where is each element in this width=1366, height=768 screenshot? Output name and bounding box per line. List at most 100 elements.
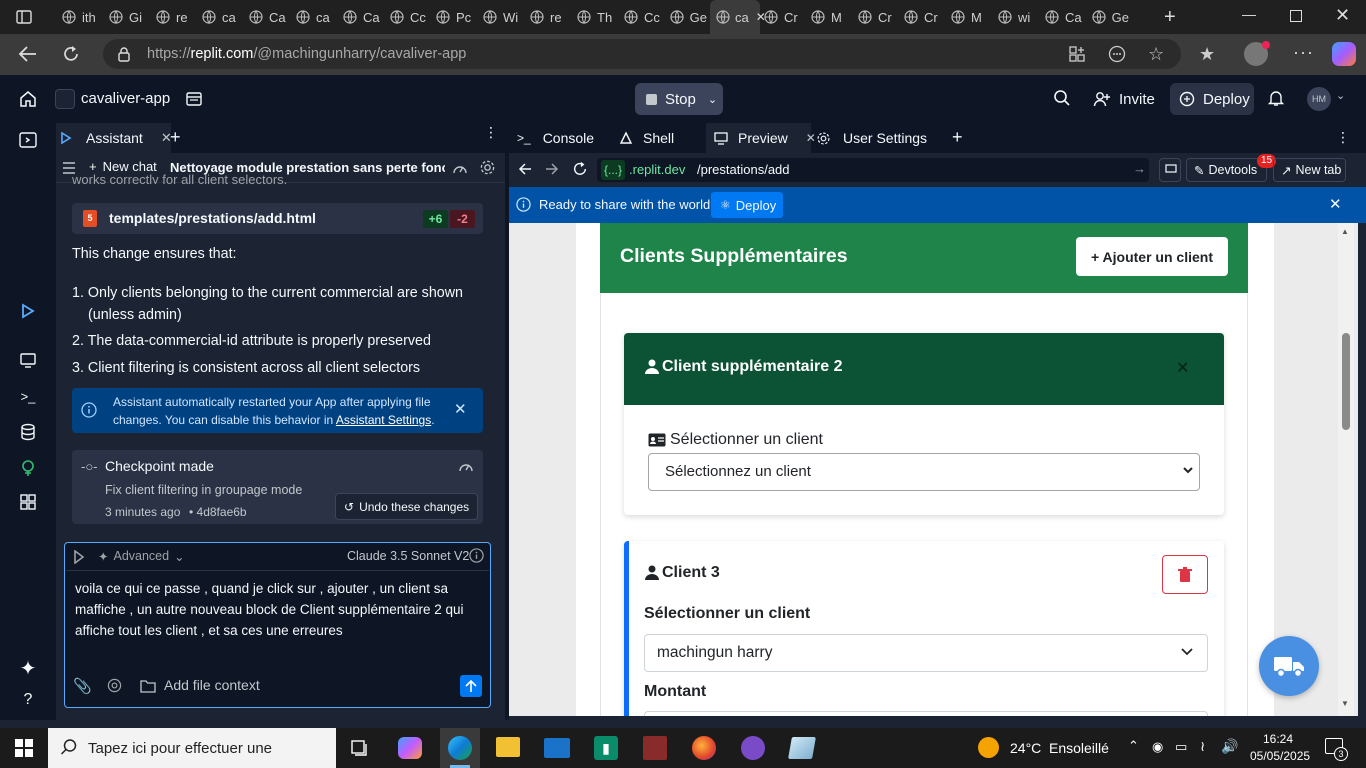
browser-tab[interactable]: Ge	[663, 4, 707, 30]
usage-gauge-icon[interactable]	[452, 161, 468, 175]
wifi-icon[interactable]: ≀	[1200, 738, 1205, 755]
tab-actions-icon[interactable]	[16, 9, 32, 25]
remove-card-icon[interactable]: ✕	[1176, 358, 1189, 378]
chat-input[interactable]: voila ce qui ce passe , quand je click s…	[75, 578, 475, 641]
new-chat-button[interactable]: + New chat	[89, 159, 157, 174]
tab-preview[interactable]: Preview ✕	[706, 123, 816, 153]
github-desktop-icon[interactable]	[741, 736, 765, 760]
task-view-icon[interactable]	[350, 739, 370, 757]
pane-more-icon[interactable]: ⋮	[1336, 129, 1350, 146]
scrollbar-thumb[interactable]	[1342, 333, 1350, 430]
notification-bell-icon[interactable]	[1267, 89, 1285, 107]
more-menu-icon[interactable]: ···	[1293, 42, 1314, 63]
devtools-button[interactable]: ✎ Devtools 15	[1186, 154, 1276, 182]
favorites-icon[interactable]: ★	[1199, 44, 1215, 65]
address-bar[interactable]: https://replit.com/@machingunharry/caval…	[103, 39, 1181, 69]
deployments-icon[interactable]	[18, 458, 38, 478]
restore-icon[interactable]	[1290, 10, 1302, 22]
notice-deploy-button[interactable]: ⚛ Deploy	[711, 192, 783, 218]
changed-file-row[interactable]: 5 templates/prestations/add.html +6 -2	[72, 203, 483, 234]
browser-tab[interactable]: Cc	[383, 4, 427, 30]
dismiss-info-icon[interactable]: ✕	[454, 400, 467, 418]
preview-scrollbar[interactable]: ▲ ▼	[1338, 223, 1354, 716]
new-tab-plus-icon[interactable]: +	[1164, 7, 1176, 27]
browser-tab[interactable]: Cc	[617, 4, 661, 30]
preview-icon[interactable]	[18, 350, 38, 370]
system-tray-icon[interactable]: ◉	[1152, 739, 1163, 755]
minimize-icon[interactable]: —	[1242, 6, 1256, 22]
browser-tab[interactable]: Cr	[851, 4, 895, 30]
edge-taskbar-active[interactable]	[440, 728, 480, 768]
device-toggle-button[interactable]	[1159, 158, 1181, 182]
database-icon[interactable]	[18, 422, 38, 442]
stop-button[interactable]: Stop ⌄	[635, 83, 723, 115]
browser-tab[interactable]: M	[944, 4, 988, 30]
browser-tab[interactable]: Cr	[757, 4, 801, 30]
browser-tab[interactable]: ca ✕	[710, 0, 766, 34]
mail-icon[interactable]	[544, 738, 570, 758]
home-icon[interactable]	[19, 90, 37, 108]
browser-tab[interactable]: Th	[570, 4, 614, 30]
profile-avatar[interactable]	[1244, 41, 1270, 66]
tab-more-icon[interactable]: ⋮	[484, 125, 498, 139]
preview-url-field[interactable]: {...} .replit.dev /prestations/add →	[597, 158, 1149, 182]
all-tools-icon[interactable]	[18, 492, 38, 512]
chat-history-icon[interactable]	[62, 162, 76, 174]
chat-title[interactable]: Nettoyage module prestation sans perte f…	[170, 160, 445, 175]
tab-assistant[interactable]: Assistant ✕	[56, 123, 172, 153]
toggle-sidebar-icon[interactable]	[18, 130, 38, 150]
shell-icon[interactable]: >_	[18, 386, 38, 406]
project-name[interactable]: cavaliver-app	[81, 90, 170, 107]
taskbar-search-box[interactable]: Tapez ici pour effectuer une	[48, 728, 336, 768]
model-label[interactable]: Claude 3.5 Sonnet V2	[347, 549, 469, 563]
browser-tab[interactable]: re	[149, 4, 193, 30]
lock-icon[interactable]	[117, 46, 131, 62]
search-icon[interactable]	[1053, 89, 1071, 107]
chevron-down-icon[interactable]: ⌄	[708, 93, 717, 106]
go-arrow-icon[interactable]: →	[1133, 161, 1146, 176]
checkpoint-gauge-icon[interactable]	[458, 459, 474, 473]
copilot-icon[interactable]	[1332, 42, 1356, 66]
file-explorer-icon[interactable]	[185, 90, 203, 108]
add-file-context-button[interactable]: Add file context	[140, 677, 260, 693]
client-select-2[interactable]: Sélectionnez un client	[648, 453, 1200, 491]
browser-tab[interactable]: Ge	[1085, 4, 1129, 30]
terminal-app-icon[interactable]: ▮	[594, 736, 618, 760]
send-button[interactable]	[460, 675, 482, 697]
weather-text[interactable]: Ensoleillé	[1049, 740, 1109, 756]
close-window-icon[interactable]: ✕	[1335, 5, 1350, 26]
amount-input[interactable]	[644, 711, 1208, 716]
browser-tab[interactable]: re	[523, 4, 567, 30]
copilot-taskbar-icon[interactable]	[398, 737, 422, 759]
app-available-icon[interactable]	[1068, 45, 1086, 63]
model-info-icon[interactable]	[469, 548, 484, 563]
show-hidden-icons-icon[interactable]: ⌃	[1128, 738, 1139, 754]
browser-tab[interactable]: Ca	[1038, 4, 1082, 30]
firefox-icon[interactable]	[692, 736, 716, 760]
volume-icon[interactable]: 🔊	[1221, 738, 1238, 755]
file-explorer-taskbar-icon[interactable]	[496, 737, 520, 757]
preview-back-icon[interactable]	[518, 162, 532, 176]
battery-icon[interactable]: ▭	[1175, 739, 1187, 755]
help-icon[interactable]: ?	[18, 690, 38, 710]
browser-tab[interactable]: M	[804, 4, 848, 30]
attach-paperclip-icon[interactable]: 📎	[73, 677, 92, 695]
back-arrow-icon[interactable]	[18, 45, 38, 63]
undo-changes-button[interactable]: ↺ Undo these changes	[335, 493, 478, 520]
browser-tab[interactable]: ca	[289, 4, 333, 30]
avatar-chevron-icon[interactable]: ⌄	[1336, 89, 1345, 102]
windows-start-icon[interactable]	[15, 739, 33, 757]
add-client-button[interactable]: + Ajouter un client	[1076, 237, 1228, 276]
sparkle-icon[interactable]: ✦	[18, 658, 38, 680]
reload-icon[interactable]	[62, 45, 80, 63]
browser-tab[interactable]: wi	[991, 4, 1035, 30]
tab-console[interactable]: >_ Console	[517, 123, 594, 153]
browser-tab[interactable]: Ca	[242, 4, 286, 30]
browser-tab[interactable]: Gi	[102, 4, 146, 30]
notice-close-icon[interactable]: ✕	[1329, 195, 1342, 213]
browser-tab[interactable]: Ca	[336, 4, 380, 30]
tab-user-settings[interactable]: User Settings	[816, 123, 927, 153]
mention-icon[interactable]	[107, 678, 122, 693]
preview-reload-icon[interactable]	[572, 161, 588, 177]
clock-date[interactable]: 05/05/2025	[1250, 749, 1310, 763]
